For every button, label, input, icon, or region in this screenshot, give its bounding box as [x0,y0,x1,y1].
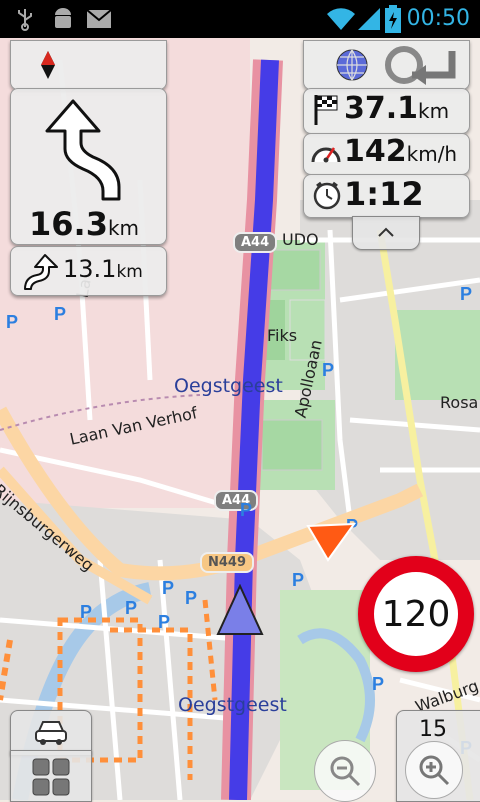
then-turn-panel[interactable]: 13.1km [10,246,167,296]
speed-panel[interactable]: 142km/h [303,133,470,175]
svg-text:P: P [6,312,18,332]
globe-icon[interactable] [334,47,370,83]
signal-icon [358,8,380,30]
speed-limit-sign: 120 [358,556,474,672]
usb-icon [18,9,32,31]
clock: 00:50 [406,6,470,31]
time-remaining-panel[interactable]: 1:12 [303,174,470,218]
svg-text:P: P [125,598,137,618]
collapse-info-button[interactable] [352,216,420,250]
current-position-icon [216,584,264,635]
gmail-icon [86,9,112,28]
current-speed: 142 [344,134,407,169]
remaining-distance: 37.1 [344,91,419,126]
zoom-out-icon [330,756,361,787]
turn-left-arrow-icon [45,99,121,201]
android-debug-icon [55,8,71,28]
then-turn-distance: 13.1 [63,255,117,283]
next-turn-panel[interactable]: 16.3km [10,88,167,245]
zoom-level-panel: 15 [396,710,480,802]
svg-text:P: P [292,570,304,590]
zoom-in-button[interactable] [405,741,463,799]
menu-button[interactable] [10,750,92,802]
svg-text:P: P [240,500,252,520]
svg-text:P: P [54,304,66,324]
grid-menu-icon [32,758,70,796]
speed-unit: km/h [406,142,458,166]
svg-text:P: P [322,360,334,380]
svg-text:P: P [460,284,472,304]
svg-text:P: P [162,578,174,598]
compass-panel[interactable] [10,40,167,90]
battery-charging-icon [385,5,401,33]
svg-text:P: P [80,602,92,622]
zoom-level: 15 [419,717,447,742]
remaining-distance-unit: km [418,99,450,123]
top-toolbar [303,40,470,90]
car-icon [35,721,67,745]
compass-icon [41,51,55,79]
wifi-icon [327,8,355,30]
zoom-out-button[interactable] [314,740,376,802]
speedometer-icon [311,147,341,163]
speed-limit-value: 120 [381,593,451,635]
next-turn-distance: 16.3 [29,205,108,243]
chevron-up-icon [378,227,394,237]
then-turn-right-icon [24,254,58,290]
next-turn-unit: km [107,216,140,240]
svg-text:P: P [372,674,384,694]
clock-icon [313,181,341,210]
status-bar: 00:50 [0,0,480,38]
zoom-in-icon [419,755,450,786]
distance-remaining-panel[interactable]: 37.1km [303,88,470,134]
time-remaining: 1:12 [344,175,424,213]
svg-text:P: P [185,588,197,608]
svg-text:P: P [158,612,170,632]
then-turn-unit: km [116,262,143,282]
back-to-route-icon[interactable] [382,45,460,85]
checkered-flag-icon [314,95,338,125]
waypoint-marker-icon [306,522,356,562]
